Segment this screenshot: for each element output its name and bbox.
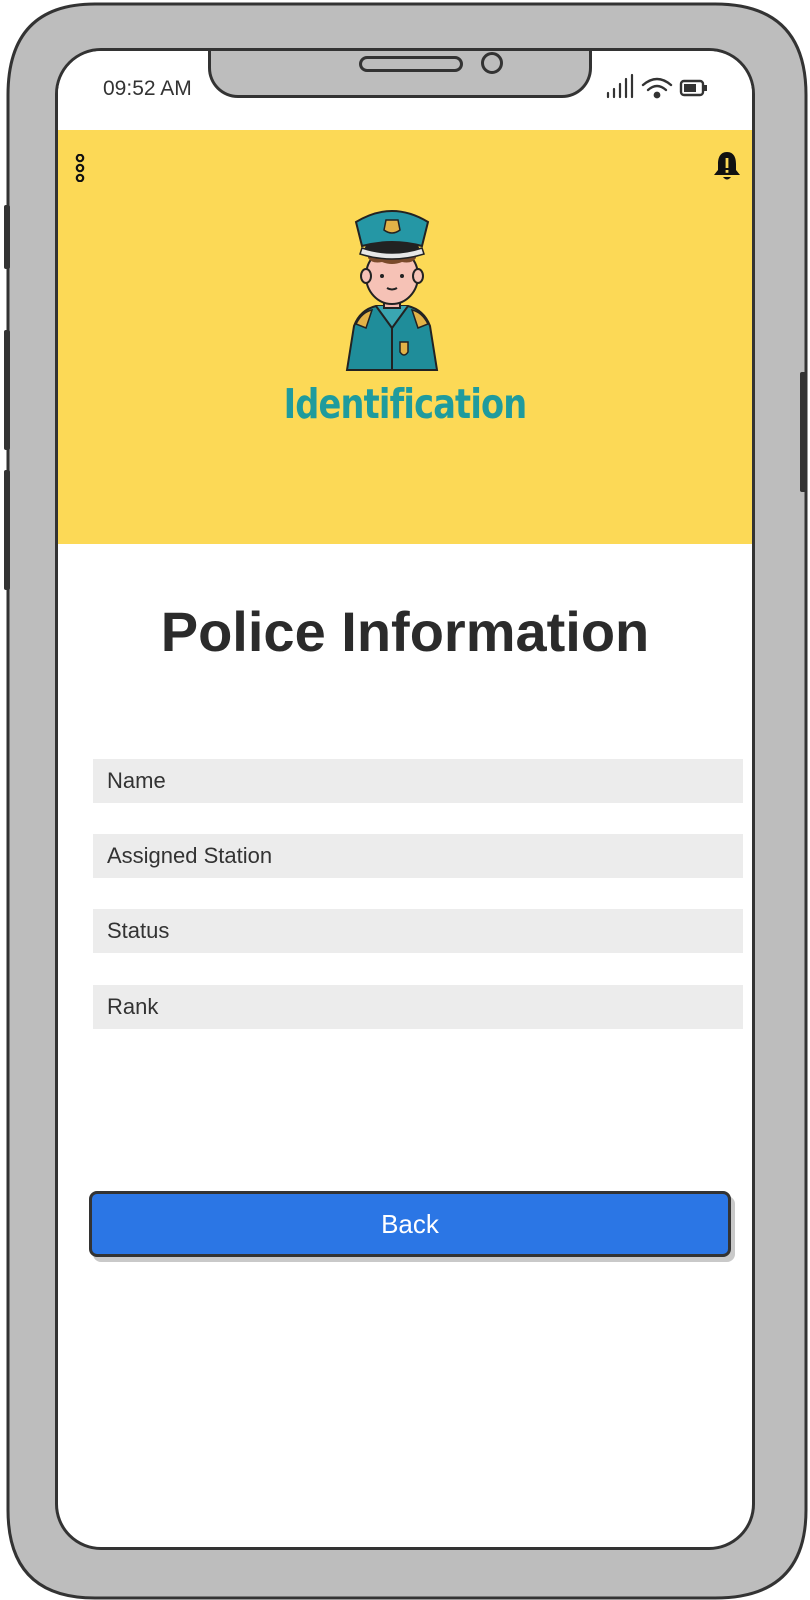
- assigned-station-field[interactable]: Assigned Station: [93, 834, 743, 878]
- status-bar: 09:52 AM: [58, 51, 752, 131]
- header-banner: Identification: [58, 130, 752, 544]
- front-camera: [481, 52, 503, 74]
- wifi-icon: [641, 77, 673, 99]
- status-field[interactable]: Status: [93, 909, 743, 953]
- notch: [208, 51, 592, 98]
- page-title: Police Information: [160, 600, 650, 663]
- speaker: [359, 56, 463, 72]
- phone-screen: 09:52 AM Identification Police Informati…: [55, 48, 755, 1550]
- signal-icon: [606, 73, 634, 99]
- back-button[interactable]: Back: [89, 1191, 731, 1257]
- police-officer-icon: [345, 210, 439, 371]
- battery-icon: [679, 79, 707, 97]
- rank-field[interactable]: Rank: [93, 985, 743, 1029]
- identification-logo-text: Identification: [283, 380, 528, 428]
- status-time: 09:52 AM: [103, 77, 192, 100]
- more-vertical-icon[interactable]: [74, 154, 86, 182]
- status-icons: [606, 73, 707, 99]
- bell-alert-icon[interactable]: [712, 150, 742, 182]
- name-field[interactable]: Name: [93, 759, 743, 803]
